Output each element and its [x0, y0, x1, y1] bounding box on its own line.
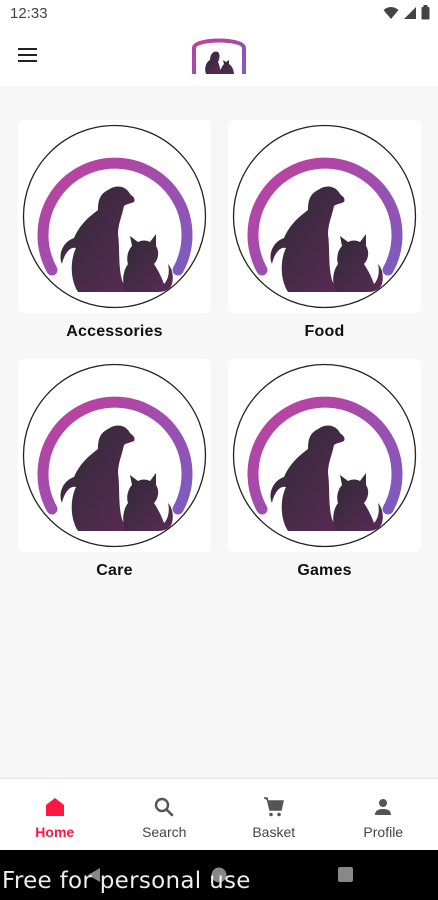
home-icon — [45, 798, 64, 816]
category-image — [18, 359, 211, 552]
category-image — [18, 120, 211, 313]
app-bar — [0, 28, 438, 86]
category-image — [228, 359, 421, 552]
nav-item-home[interactable]: Home — [0, 779, 110, 850]
nav-item-profile[interactable]: Profile — [329, 779, 438, 850]
search-icon — [155, 797, 174, 817]
category-image — [228, 120, 421, 313]
status-time: 12:33 — [10, 5, 48, 22]
status-bar: 12:33 — [0, 0, 438, 28]
nav-label-basket: Basket — [252, 824, 296, 840]
nav-label-home: Home — [35, 824, 75, 840]
hamburger-menu-icon[interactable] — [14, 44, 44, 70]
category-label: Games — [297, 562, 352, 579]
nav-item-search[interactable]: Search — [110, 779, 220, 850]
system-navigation-bar: Free for personal use — [0, 850, 438, 900]
battery-icon — [421, 5, 430, 20]
category-card-games[interactable]: Games — [228, 359, 421, 580]
category-card-care[interactable]: Care — [18, 359, 211, 580]
wifi-icon — [383, 6, 399, 19]
bottom-navigation: Home Search Basket Profile — [0, 778, 438, 850]
cart-icon — [263, 797, 284, 817]
category-label: Accessories — [66, 323, 163, 340]
category-label: Food — [304, 323, 345, 340]
signal-icon — [404, 6, 416, 19]
recents-icon[interactable] — [338, 867, 353, 882]
watermark-text: Free for personal use — [2, 868, 251, 894]
pet-shop-logo — [188, 34, 250, 78]
nav-label-search: Search — [142, 824, 187, 840]
nav-item-basket[interactable]: Basket — [219, 779, 329, 850]
category-card-food[interactable]: Food — [228, 120, 421, 341]
category-grid: Accessories Food Care Games — [0, 86, 438, 778]
nav-label-profile: Profile — [363, 824, 404, 840]
category-card-accessories[interactable]: Accessories — [18, 120, 211, 341]
status-icons — [383, 5, 430, 20]
person-icon — [375, 799, 392, 815]
category-label: Care — [96, 562, 133, 579]
